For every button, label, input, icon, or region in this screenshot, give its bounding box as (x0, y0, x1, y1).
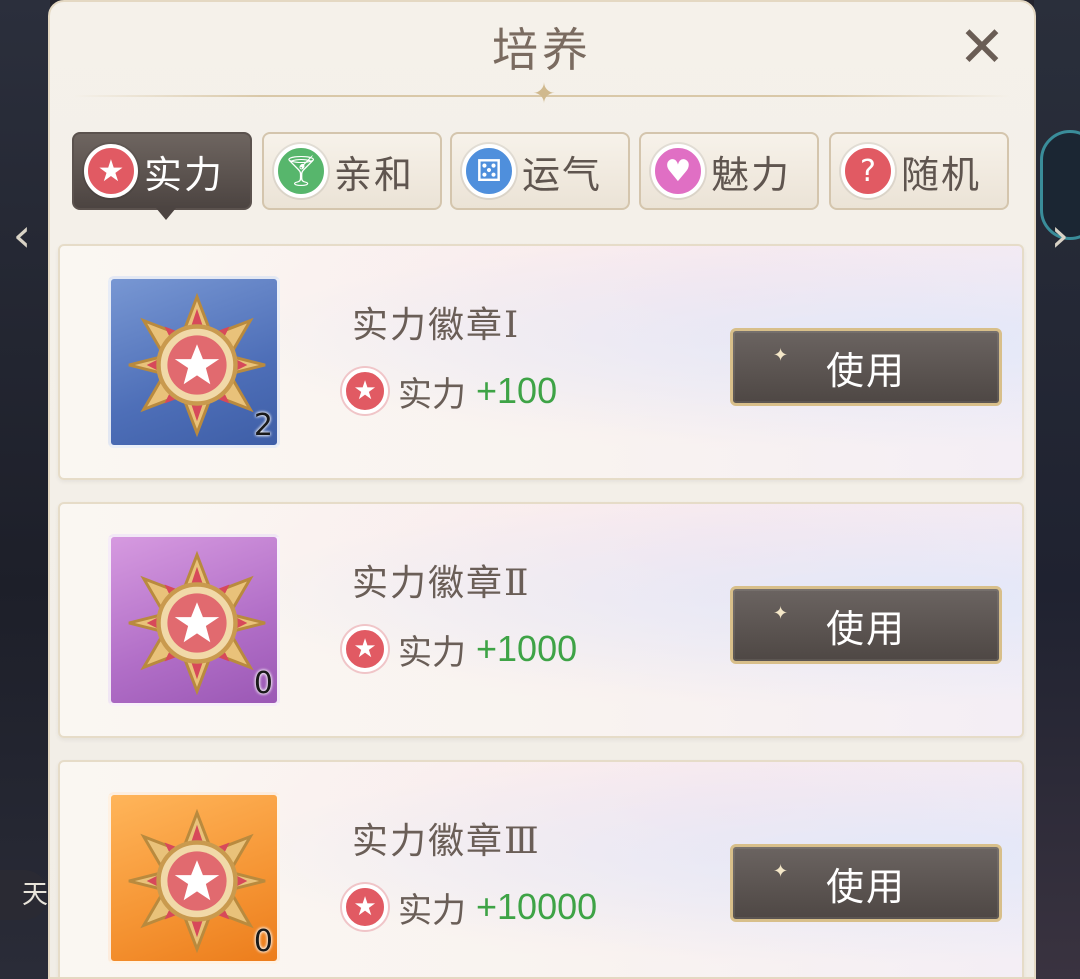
medal-icon (128, 292, 266, 438)
dice-icon: ⚄ (462, 144, 516, 198)
sparkle-icon: ✦ (773, 345, 791, 366)
close-button[interactable]: ✕ (954, 20, 1010, 78)
star-icon: ★ (342, 368, 388, 414)
sparkle-icon: ✦ (532, 77, 556, 110)
use-button[interactable]: ✦ 使用 (730, 586, 1002, 664)
use-button-label: 使用 (825, 606, 906, 651)
tab-label: 运气 (522, 152, 603, 197)
sparkle-icon: ✦ (773, 861, 791, 882)
star-icon: ★ (342, 626, 388, 672)
stat-label: 实力 (398, 632, 466, 673)
prev-arrow-icon[interactable]: ‹ (4, 205, 40, 265)
item-stat: ★ 实力 +100 (342, 366, 557, 416)
stat-value: +100 (476, 370, 558, 411)
tab-luck[interactable]: ⚄ 运气 (450, 132, 630, 210)
cup-icon: 🍸︎ (274, 144, 328, 198)
tab-random[interactable]: ? 随机 (829, 132, 1009, 210)
close-icon: ✕ (958, 15, 1006, 80)
stat-label: 实力 (398, 374, 466, 415)
tab-charm[interactable]: ♥ 魅力 (639, 132, 819, 210)
use-button[interactable]: ✦ 使用 (730, 328, 1002, 406)
stat-label: 实力 (398, 890, 466, 931)
tab-label: 随机 (901, 152, 982, 197)
item-stat: ★ 实力 +1000 (342, 624, 577, 674)
item-name: 实力徽章Ⅰ (352, 305, 521, 346)
item-count: 0 (253, 924, 273, 959)
next-arrow-icon[interactable]: › (1042, 205, 1078, 265)
use-button-label: 使用 (825, 348, 906, 393)
cultivate-panel: 培养 ✦ ✕ ★ 实力 🍸︎ 亲和 ⚄ 运气 ♥ 魅力 ? 随机 2 实力徽章Ⅰ… (48, 0, 1036, 979)
item-name: 实力徽章Ⅱ (352, 563, 531, 604)
use-button-label: 使用 (825, 864, 906, 909)
item-name: 实力徽章Ⅲ (352, 821, 541, 862)
item-icon[interactable]: 0 (108, 792, 280, 964)
heart-icon: ♥ (651, 144, 705, 198)
background-left (0, 0, 50, 979)
panel-title: 培养 (492, 23, 592, 77)
tab-strength[interactable]: ★ 实力 (72, 132, 252, 210)
star-icon: ★ (342, 884, 388, 930)
item-count: 0 (253, 666, 273, 701)
stat-value: +1000 (476, 628, 578, 669)
medal-icon (128, 550, 266, 696)
active-tab-pointer (156, 208, 176, 220)
stat-value: +10000 (476, 886, 598, 927)
list-item: 2 实力徽章Ⅰ ★ 实力 +100 ✦ 使用 (58, 244, 1024, 480)
tab-label: 魅力 (711, 152, 792, 197)
tab-affinity[interactable]: 🍸︎ 亲和 (262, 132, 442, 210)
medal-icon (128, 808, 266, 954)
sparkle-icon: ✦ (773, 603, 791, 624)
item-stat: ★ 实力 +10000 (342, 882, 597, 932)
item-count: 2 (253, 408, 273, 443)
side-label[interactable]: 天 (0, 870, 48, 920)
list-item: 0 实力徽章Ⅲ ★ 实力 +10000 ✦ 使用 (58, 760, 1024, 977)
category-tabs: ★ 实力 🍸︎ 亲和 ⚄ 运气 ♥ 魅力 ? 随机 (72, 132, 1012, 220)
star-icon: ★ (84, 144, 138, 198)
tab-label: 亲和 (334, 152, 415, 197)
tab-label: 实力 (144, 152, 225, 197)
question-icon: ? (841, 144, 895, 198)
item-icon[interactable]: 2 (108, 276, 280, 448)
list-item: 0 实力徽章Ⅱ ★ 实力 +1000 ✦ 使用 (58, 502, 1024, 738)
use-button[interactable]: ✦ 使用 (730, 844, 1002, 922)
item-icon[interactable]: 0 (108, 534, 280, 706)
